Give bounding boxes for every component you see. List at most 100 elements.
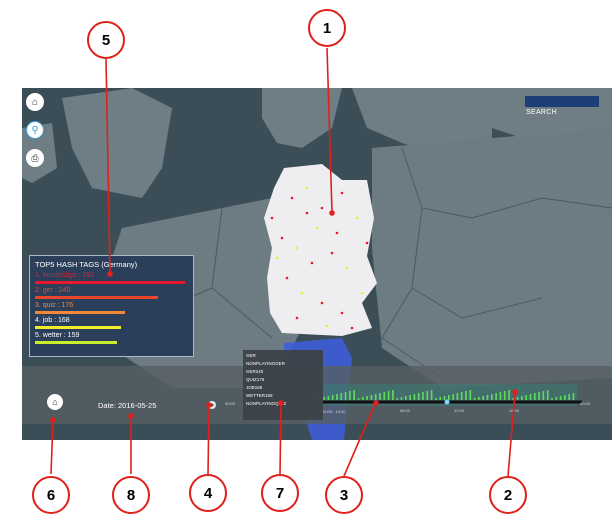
time-tick: 00:00 bbox=[225, 401, 236, 406]
search-input[interactable] bbox=[525, 96, 599, 107]
histogram-bar bbox=[357, 398, 360, 400]
play-button[interactable] bbox=[208, 401, 216, 409]
callout-3: 3 bbox=[325, 476, 363, 514]
histogram-bar bbox=[465, 391, 467, 400]
histogram-bar bbox=[495, 393, 497, 400]
germany-highlight bbox=[264, 164, 377, 336]
hashtag-bar bbox=[35, 281, 185, 284]
top5-title: TOP5 HASH TAGS (Germany) bbox=[35, 260, 138, 269]
home-button[interactable]: ⌂ bbox=[26, 93, 44, 111]
histogram-bar bbox=[396, 398, 398, 400]
histogram-bar bbox=[344, 392, 347, 400]
dropdown-item[interactable]: JOB168 bbox=[246, 384, 320, 392]
callout-5: 5 bbox=[87, 21, 125, 59]
time-tick: 06:00 bbox=[400, 408, 411, 413]
histogram-bar bbox=[538, 392, 540, 400]
dropdown-item[interactable]: GER bbox=[246, 352, 320, 360]
print-button[interactable]: ⎙ bbox=[26, 149, 44, 167]
histogram-bar bbox=[323, 397, 325, 400]
callout-6: 6 bbox=[32, 476, 70, 514]
histogram-bar bbox=[508, 390, 510, 400]
histogram-bar bbox=[370, 395, 373, 400]
histogram-bar bbox=[439, 397, 441, 400]
histogram-bar bbox=[336, 394, 338, 400]
land-scandinavia bbox=[262, 88, 342, 148]
histogram-bar bbox=[383, 392, 386, 400]
zoom-button[interactable]: ⚲ bbox=[26, 121, 44, 139]
map-view[interactable]: ⌂ ⚲ ⎙ SEARCH TOP5 HASH TAGS (Germany) 1.… bbox=[22, 88, 612, 440]
histogram-bar bbox=[503, 391, 506, 400]
histogram-bar bbox=[374, 394, 377, 400]
histogram-bar bbox=[413, 394, 416, 400]
histogram-bar bbox=[491, 394, 493, 400]
hashtag-bar bbox=[35, 296, 159, 299]
histogram-bar bbox=[417, 393, 420, 400]
histogram-bar bbox=[551, 398, 553, 400]
histogram-bar bbox=[559, 396, 562, 400]
histogram-bar bbox=[572, 393, 575, 400]
histogram-bar bbox=[405, 396, 407, 400]
dropdown-item[interactable]: WETTER159 bbox=[246, 392, 320, 400]
histogram-bar bbox=[387, 391, 390, 400]
time-tick: 12:00 bbox=[454, 408, 465, 413]
histogram-bar bbox=[564, 395, 566, 400]
top5-hashtags-panel: TOP5 HASH TAGS (Germany) 1. bundesliga :… bbox=[29, 255, 194, 357]
dropdown-item[interactable]: GER240 bbox=[246, 368, 320, 376]
date-label: Date: 2016-05-25 bbox=[98, 401, 157, 410]
histogram-bar bbox=[568, 394, 570, 400]
histogram-bar bbox=[392, 390, 394, 400]
histogram-bar bbox=[340, 393, 343, 400]
histogram-bar bbox=[353, 390, 355, 400]
hashtag-label: 2. ger : 240 bbox=[35, 287, 71, 294]
histogram-bar bbox=[366, 396, 368, 400]
timeline-handle[interactable] bbox=[444, 399, 450, 405]
histogram-bar bbox=[362, 397, 364, 400]
histogram-bar bbox=[542, 391, 545, 400]
land-uk bbox=[62, 88, 172, 198]
timeline-home-button[interactable]: ⌂ bbox=[47, 394, 63, 410]
callout-2: 2 bbox=[489, 476, 527, 514]
histogram-bar bbox=[456, 393, 459, 400]
hashtag-label: 1. bundesliga : 292 bbox=[35, 272, 95, 279]
timeline-tooltip: 00:00 - 14:00 bbox=[322, 409, 346, 414]
histogram-bar bbox=[349, 391, 351, 400]
home-icon: ⌂ bbox=[31, 96, 39, 108]
time-tick: 18:00 bbox=[509, 408, 520, 413]
histogram-bar bbox=[529, 394, 532, 400]
histogram-bar bbox=[525, 395, 527, 400]
histogram-bar bbox=[331, 395, 334, 400]
time-tick: 00:00 bbox=[580, 401, 591, 406]
hashtag-dropdown[interactable]: GER NONPLAYINGGER GER240 QUIZ176 JOB168 … bbox=[243, 350, 323, 420]
dropdown-item[interactable]: QUIZ176 bbox=[246, 376, 320, 384]
hashtag-bar bbox=[35, 311, 126, 314]
dropdown-item[interactable]: NONPLAYINGGER bbox=[246, 360, 320, 368]
histogram-bar bbox=[478, 397, 480, 400]
histogram-bar bbox=[534, 393, 536, 400]
histogram-bar bbox=[482, 396, 484, 400]
callout-7: 7 bbox=[261, 474, 299, 512]
hashtag-label: 3. quiz : 176 bbox=[35, 302, 74, 309]
histogram-bar bbox=[460, 392, 463, 400]
zoom-icon: ⚲ bbox=[31, 124, 39, 136]
print-icon: ⎙ bbox=[31, 152, 39, 163]
histogram-bar bbox=[327, 396, 330, 400]
histogram-bar bbox=[499, 392, 502, 400]
histogram-bar bbox=[473, 398, 476, 400]
callout-1: 1 bbox=[308, 9, 346, 47]
histogram-bar bbox=[469, 390, 472, 400]
hashtag-bar bbox=[35, 341, 117, 344]
dropdown-item[interactable]: NONPLAYINGQ182 bbox=[246, 400, 320, 408]
hashtag-label: 5. wetter : 159 bbox=[35, 332, 80, 339]
histogram-bar bbox=[426, 391, 429, 400]
histogram-bar bbox=[512, 398, 515, 400]
histogram-bar bbox=[516, 397, 519, 400]
callout-8: 8 bbox=[112, 476, 150, 514]
histogram-bar bbox=[400, 397, 403, 400]
histogram-bar bbox=[409, 395, 411, 400]
search-label: SEARCH bbox=[526, 109, 557, 116]
histogram-bar bbox=[546, 390, 549, 400]
histogram-bar bbox=[448, 395, 450, 400]
histogram-bar bbox=[430, 390, 433, 400]
tag-list: 1. bundesliga : 292 2. ger : 240 3. quiz :… bbox=[35, 272, 188, 344]
histogram-bar bbox=[486, 395, 489, 400]
